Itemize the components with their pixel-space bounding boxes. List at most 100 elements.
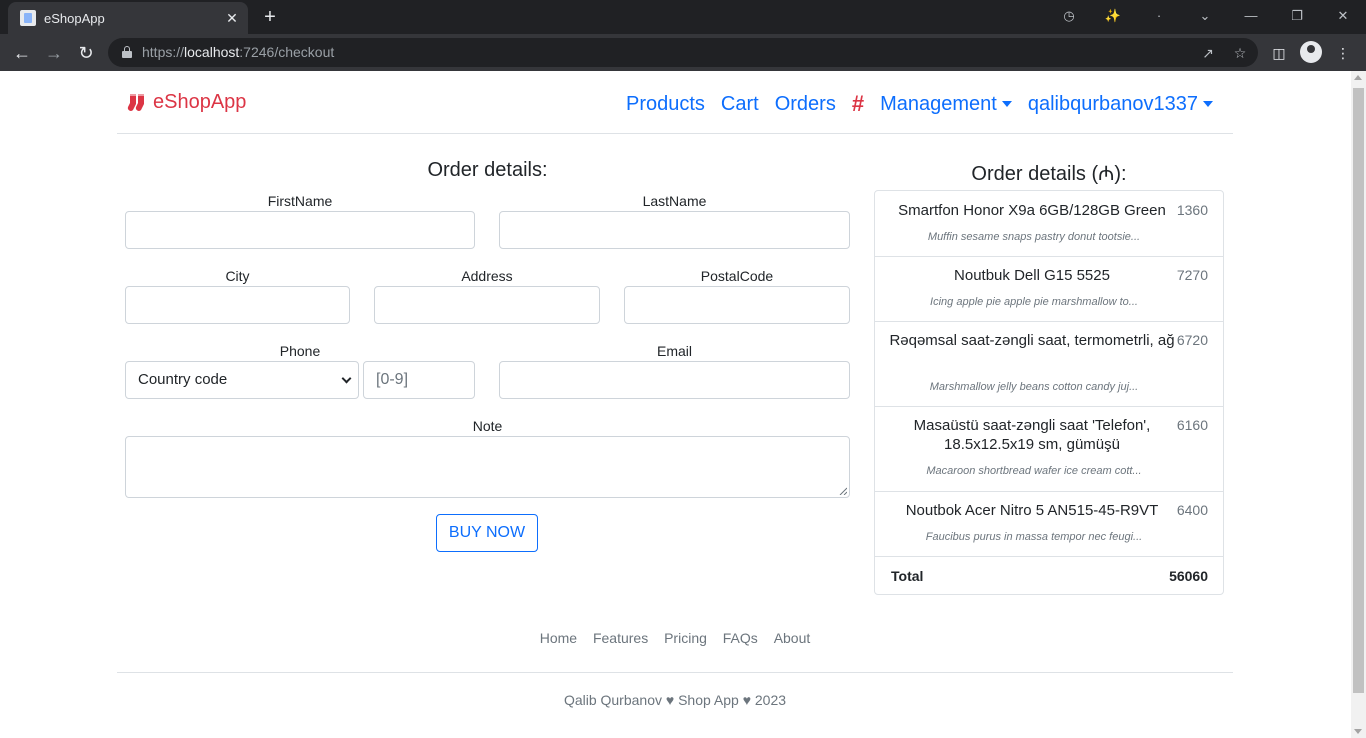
total-row: Total 56060 bbox=[875, 557, 1223, 595]
item-name: Noutbuk Dell G15 5525 bbox=[954, 267, 1110, 284]
phone-input[interactable] bbox=[363, 361, 475, 399]
item-name: Noutbok Acer Nitro 5 AN515-45-R9VT bbox=[905, 502, 1159, 519]
postalcode-input[interactable] bbox=[624, 286, 850, 324]
profile-icon[interactable] bbox=[1300, 41, 1322, 63]
item-name: Masaüstü saat-zəngli saat 'Telefon', 18.… bbox=[913, 417, 1151, 453]
brand-name: eShopApp bbox=[153, 91, 247, 113]
total-value: 56060 bbox=[1169, 568, 1208, 584]
nav-products[interactable]: Products bbox=[626, 93, 705, 116]
item-name: Rəqəmsal saat-zəngli saat, termometrli, … bbox=[889, 332, 1175, 349]
list-item: Noutbok Acer Nitro 5 AN515-45-R9VT 6400 … bbox=[875, 492, 1223, 557]
email-label: Email bbox=[656, 343, 692, 359]
caret-down-icon bbox=[1001, 101, 1012, 107]
footer-link-pricing[interactable]: Pricing bbox=[664, 630, 707, 646]
item-price: 6160 bbox=[1176, 417, 1208, 433]
main-nav: Products Cart Orders # Management qalibq… bbox=[610, 91, 1213, 117]
history-icon[interactable]: ◷ bbox=[1057, 6, 1081, 26]
socks-icon bbox=[127, 93, 144, 111]
country-code-select[interactable]: Country code bbox=[125, 361, 359, 399]
note-textarea[interactable] bbox=[125, 436, 850, 498]
scroll-thumb[interactable] bbox=[1353, 88, 1364, 693]
page-icon bbox=[20, 10, 36, 26]
form-title: Order details: bbox=[427, 159, 548, 181]
hash-icon[interactable]: # bbox=[852, 91, 864, 117]
chevron-down-icon[interactable]: ⌄ bbox=[1193, 6, 1217, 26]
media-icon[interactable]: · bbox=[1147, 6, 1171, 26]
brand-link[interactable]: eShopApp bbox=[127, 91, 246, 114]
menu-icon[interactable]: ⋮ bbox=[1332, 42, 1354, 64]
list-item: Smartfon Honor X9a 6GB/128GB Green 1360 … bbox=[875, 191, 1223, 257]
browser-tabbar: eShopApp ✕ + ◷ ✨ · ⌄ — ❐ ✕ bbox=[0, 0, 1366, 34]
footer-nav: Home Features Pricing FAQs About bbox=[117, 630, 1233, 646]
note-label: Note bbox=[472, 418, 503, 434]
window-close-icon[interactable]: ✕ bbox=[1331, 6, 1355, 26]
browser-tab[interactable]: eShopApp ✕ bbox=[8, 2, 248, 34]
resize-grip-icon[interactable] bbox=[839, 487, 847, 495]
footer-link-features[interactable]: Features bbox=[593, 630, 648, 646]
reload-icon[interactable]: ↻ bbox=[74, 41, 98, 65]
footer-divider bbox=[117, 672, 1233, 673]
item-price: 1360 bbox=[1176, 202, 1208, 218]
total-label: Total bbox=[891, 568, 924, 584]
site-header: eShopApp Products Cart Orders # Manageme… bbox=[117, 71, 1233, 134]
footer-link-home[interactable]: Home bbox=[540, 630, 577, 646]
address-bar[interactable]: https://localhost:7246/checkout ↗ ☆ bbox=[108, 38, 1258, 67]
list-item: Noutbuk Dell G15 5525 7270 Icing apple p… bbox=[875, 257, 1223, 322]
footer-link-faqs[interactable]: FAQs bbox=[723, 630, 758, 646]
nav-cart[interactable]: Cart bbox=[721, 93, 759, 116]
phone-label: Phone bbox=[279, 343, 321, 359]
browser-toolbar: ← → ↻ https://localhost:7246/checkout ↗ … bbox=[0, 34, 1366, 71]
page: eShopApp Products Cart Orders # Manageme… bbox=[0, 71, 1351, 738]
list-item: Masaüstü saat-zəngli saat 'Telefon', 18.… bbox=[875, 407, 1223, 492]
url-text: https://localhost:7246/checkout bbox=[142, 44, 335, 60]
nav-user[interactable]: qalibqurbanov1337 bbox=[1028, 93, 1213, 116]
item-description: Marshmallow jelly beans cotton candy juj… bbox=[929, 381, 1139, 393]
copyright: Qalib Qurbanov ♥ Shop App ♥ 2023 bbox=[563, 692, 787, 708]
back-icon[interactable]: ← bbox=[10, 41, 34, 65]
city-input[interactable] bbox=[125, 286, 350, 324]
country-code-value: Country code bbox=[138, 371, 228, 388]
restore-icon[interactable]: ❐ bbox=[1285, 6, 1309, 26]
new-tab-button[interactable]: + bbox=[260, 6, 280, 28]
lock-icon[interactable] bbox=[122, 46, 132, 58]
item-description: Macaroon shortbread wafer ice cream cott… bbox=[926, 465, 1142, 477]
item-price: 6400 bbox=[1176, 502, 1208, 518]
summary-title: Order details (₼): bbox=[971, 163, 1127, 185]
minimize-icon[interactable]: — bbox=[1239, 6, 1263, 26]
firstname-input[interactable] bbox=[125, 211, 475, 249]
scroll-down-icon[interactable] bbox=[1354, 729, 1362, 734]
caret-down-icon bbox=[1203, 101, 1213, 107]
chevron-down-icon bbox=[341, 373, 352, 384]
close-icon[interactable]: ✕ bbox=[222, 10, 242, 27]
item-price: 6720 bbox=[1176, 332, 1208, 348]
star-icon[interactable]: ☆ bbox=[1230, 43, 1250, 63]
forward-icon[interactable]: → bbox=[42, 41, 66, 65]
item-name: Smartfon Honor X9a 6GB/128GB Green bbox=[898, 202, 1166, 219]
scroll-up-icon[interactable] bbox=[1354, 75, 1362, 80]
city-label: City bbox=[225, 268, 250, 284]
item-description: Icing apple pie apple pie marshmallow to… bbox=[930, 296, 1138, 308]
lastname-label: LastName bbox=[642, 193, 707, 209]
email-input[interactable] bbox=[499, 361, 850, 399]
page-scrollbar[interactable] bbox=[1351, 71, 1366, 738]
list-item: Rəqəmsal saat-zəngli saat, termometrli, … bbox=[875, 322, 1223, 407]
firstname-label: FirstName bbox=[267, 193, 333, 209]
address-input[interactable] bbox=[374, 286, 600, 324]
item-description: Faucibus purus in massa tempor nec feugi… bbox=[925, 531, 1143, 543]
buy-now-button[interactable]: BUY NOW bbox=[436, 514, 538, 552]
nav-orders[interactable]: Orders bbox=[775, 93, 836, 116]
nav-user-label: qalibqurbanov1337 bbox=[1027, 92, 1198, 115]
postalcode-label: PostalCode bbox=[700, 268, 774, 284]
tab-title: eShopApp bbox=[44, 10, 105, 26]
nav-management-label: Management bbox=[880, 92, 997, 115]
footer-link-about[interactable]: About bbox=[774, 630, 811, 646]
order-summary-list: Smartfon Honor X9a 6GB/128GB Green 1360 … bbox=[874, 190, 1224, 595]
nav-management[interactable]: Management bbox=[880, 93, 1012, 116]
item-description: Muffin sesame snaps pastry donut tootsie… bbox=[927, 231, 1141, 243]
address-label: Address bbox=[461, 268, 513, 284]
side-panel-icon[interactable]: ◫ bbox=[1268, 42, 1290, 64]
share-icon[interactable]: ↗ bbox=[1198, 43, 1218, 63]
item-price: 7270 bbox=[1176, 267, 1208, 283]
extension-icon[interactable]: ✨ bbox=[1101, 6, 1125, 26]
lastname-input[interactable] bbox=[499, 211, 850, 249]
